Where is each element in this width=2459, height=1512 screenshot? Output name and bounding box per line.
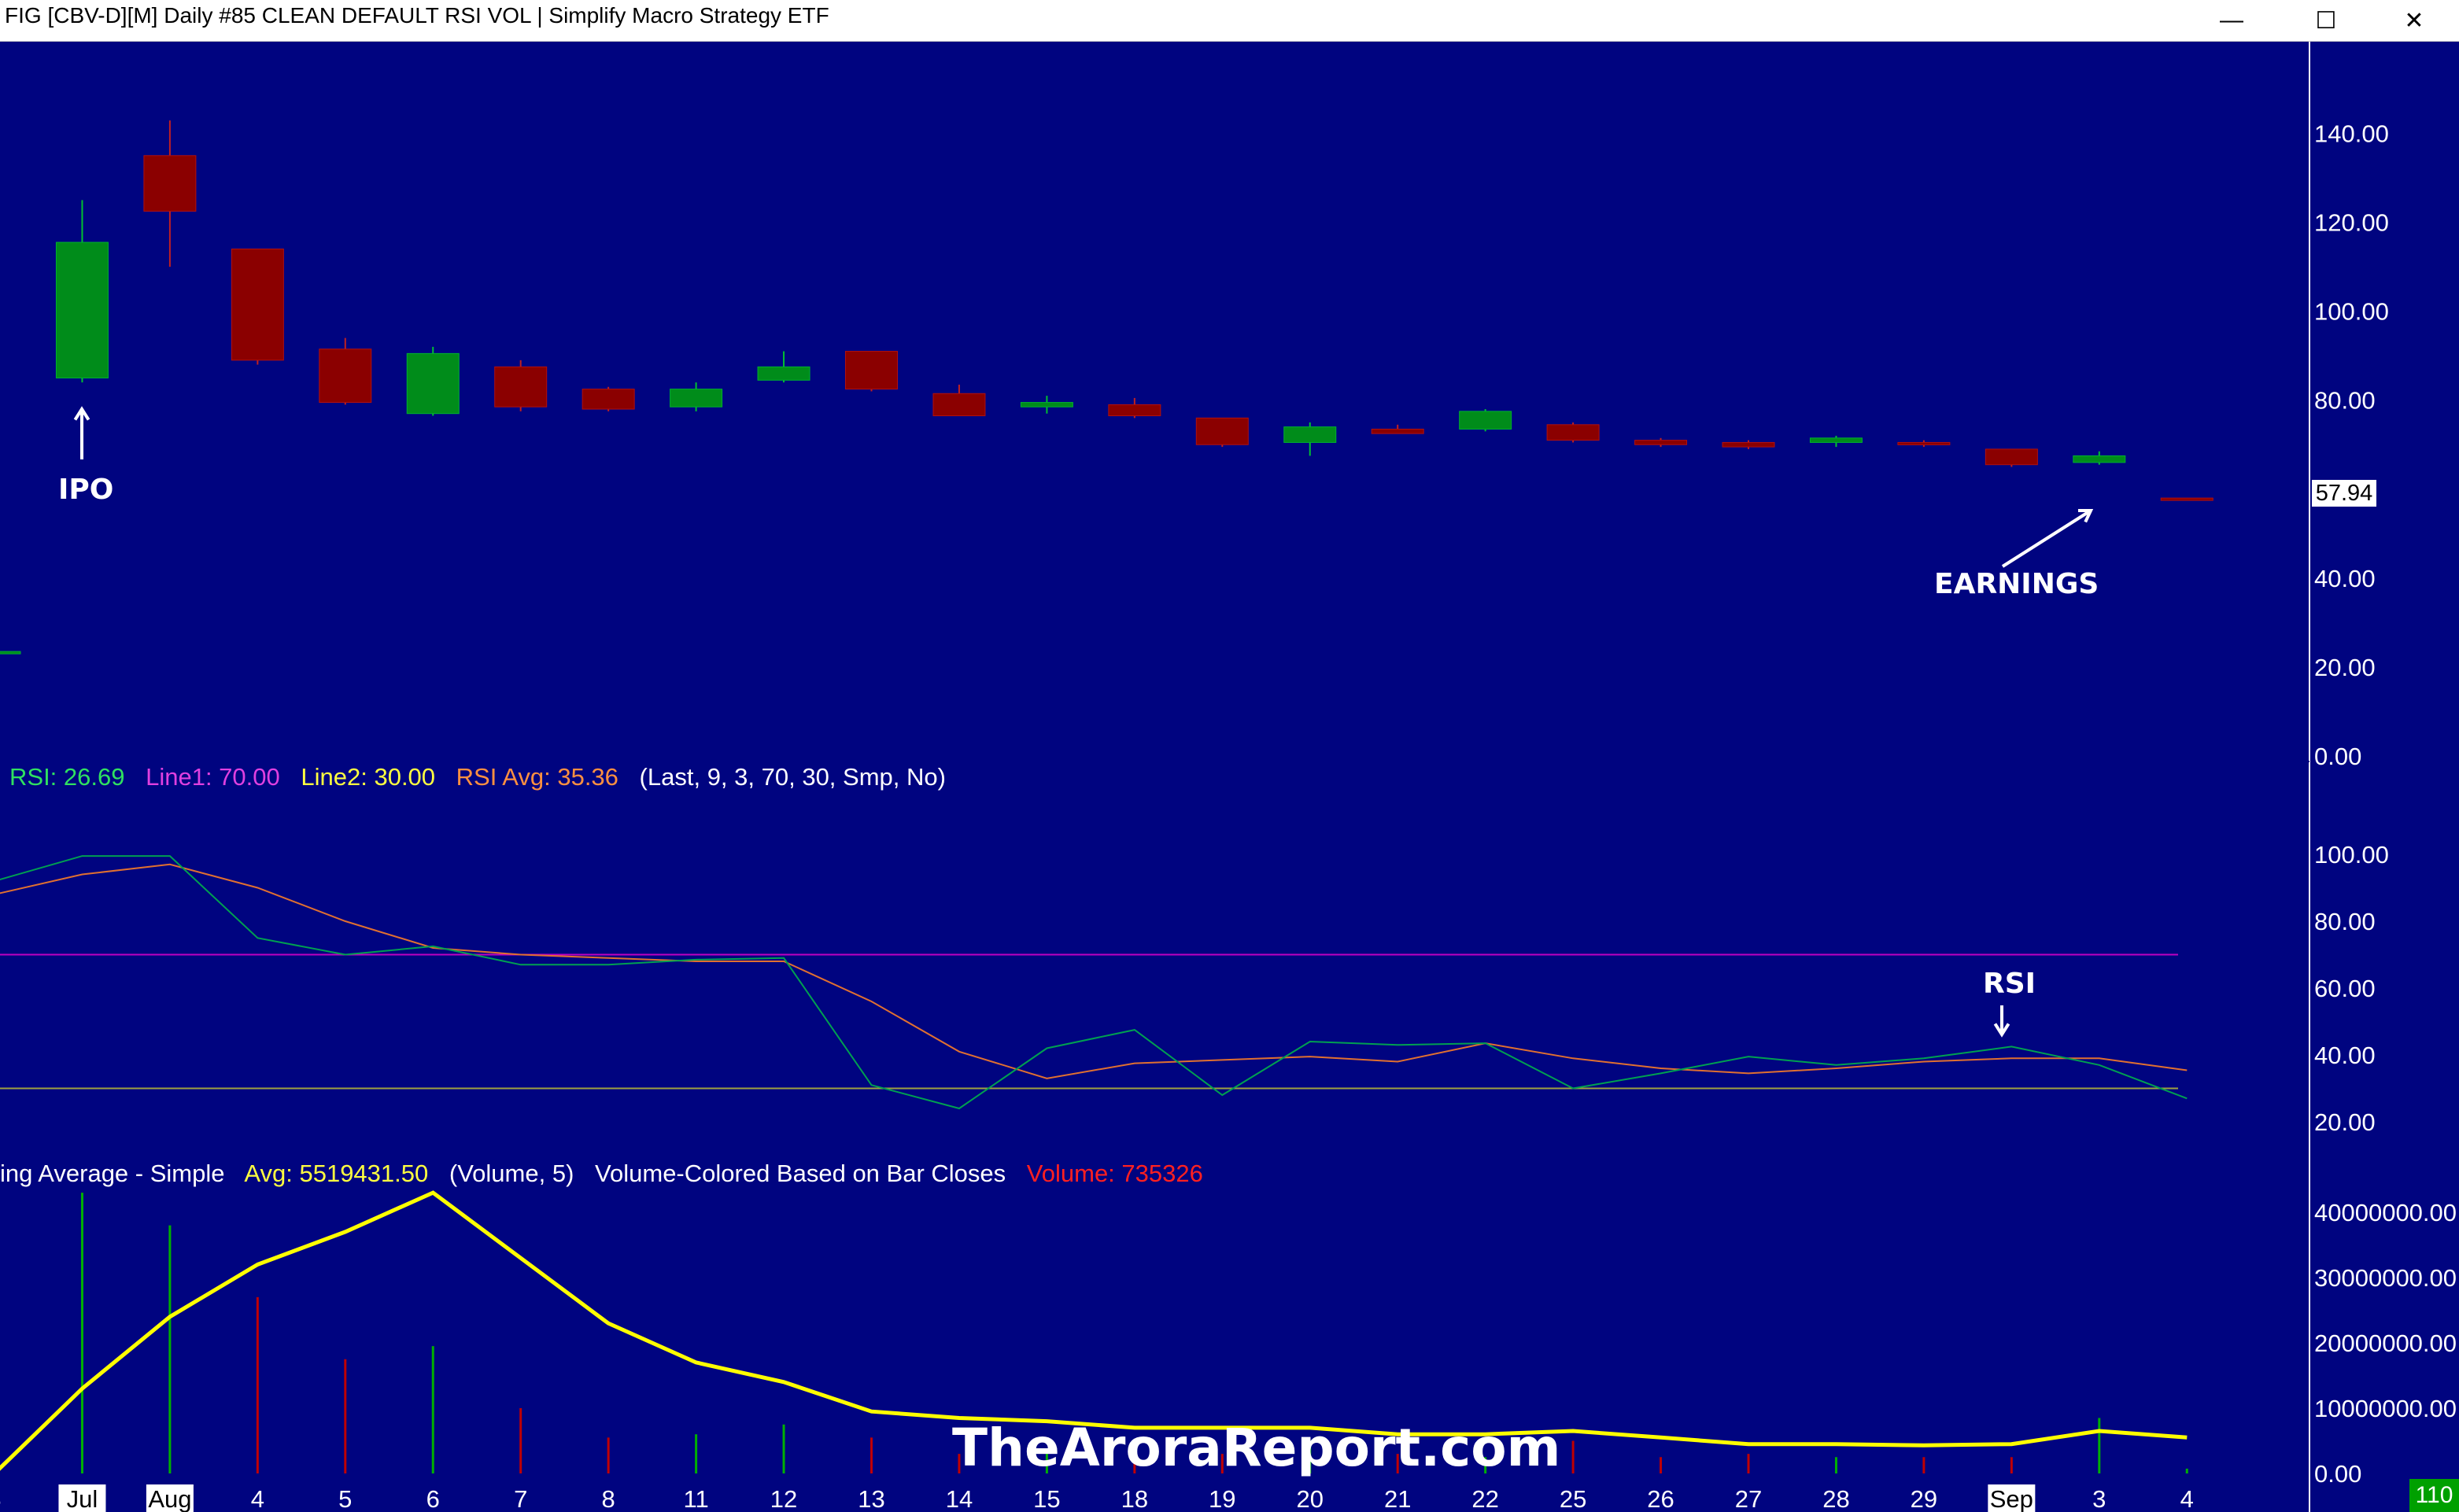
date-label: 7 bbox=[514, 1485, 527, 1512]
candle-body bbox=[1809, 437, 1863, 443]
candle-body bbox=[2160, 497, 2213, 501]
title-bar: FIG [CBV-D][M] Daily #85 CLEAN DEFAULT R… bbox=[0, 0, 2459, 42]
volume-tick-label: 10000000.00 bbox=[2314, 1395, 2457, 1422]
date-label: 12 bbox=[770, 1485, 797, 1512]
rsi-tick-label: 20.00 bbox=[2314, 1108, 2376, 1136]
volume-tick-label: 0.00 bbox=[2314, 1460, 2361, 1488]
ipo-annotation: IPO bbox=[58, 474, 114, 506]
candle-body bbox=[1985, 448, 2038, 466]
candle-body bbox=[2073, 455, 2126, 463]
volume-avg-value: Avg: 5519431.50 bbox=[244, 1160, 429, 1187]
price-tick-label: 0.00 bbox=[2314, 743, 2361, 770]
date-label: 14 bbox=[946, 1485, 973, 1512]
volume-tick-label: 30000000.00 bbox=[2314, 1264, 2457, 1292]
date-label: 6 bbox=[426, 1485, 440, 1512]
line2-value: Line2: 30.00 bbox=[301, 763, 436, 791]
candle-body bbox=[231, 249, 284, 361]
date-label: Sep bbox=[1990, 1485, 2033, 1512]
watermark: TheAroraReport.com bbox=[952, 1418, 1561, 1478]
earnings-arrow bbox=[2001, 509, 2092, 568]
rsi-annotation: RSI bbox=[1983, 968, 2036, 1000]
candle-body bbox=[1020, 402, 1073, 408]
rsi-tick-label: 80.00 bbox=[2314, 908, 2376, 935]
candle-body bbox=[582, 389, 635, 410]
candle-body bbox=[319, 348, 372, 404]
volume-tick-label: 40000000.00 bbox=[2314, 1199, 2457, 1226]
date-label: 18 bbox=[1121, 1485, 1148, 1512]
rsi-avg-line bbox=[0, 863, 2188, 1079]
chart-area[interactable]: 140.00120.00100.0080.0060.0040.0020.000.… bbox=[0, 42, 2459, 1512]
date-label: 25 bbox=[1560, 1485, 1586, 1512]
date-label: 15 bbox=[1033, 1485, 1060, 1512]
date-label: 19 bbox=[1209, 1485, 1235, 1512]
rsi-tick-label: 100.00 bbox=[2314, 841, 2389, 868]
date-label: 3 bbox=[0, 1485, 2, 1512]
volume-params: (Volume, 5) bbox=[449, 1160, 574, 1187]
candle-body bbox=[670, 389, 723, 408]
candle-body bbox=[1546, 424, 1600, 441]
candle-body bbox=[1459, 411, 1512, 430]
candle-body bbox=[1283, 426, 1337, 443]
date-label: 8 bbox=[602, 1485, 615, 1512]
price-tick-label: 80.00 bbox=[2314, 387, 2376, 415]
date-label: 27 bbox=[1735, 1485, 1762, 1512]
candle-body bbox=[1195, 417, 1249, 445]
price-tick-label: 20.00 bbox=[2314, 654, 2376, 681]
maximize-button[interactable]: ☐ bbox=[2279, 0, 2373, 41]
rsi-tick-label: 40.00 bbox=[2314, 1042, 2376, 1069]
candle-body bbox=[1722, 441, 1775, 448]
earnings-annotation: EARNINGS bbox=[1934, 568, 2099, 600]
date-label: 13 bbox=[858, 1485, 884, 1512]
price-tick-label: 120.00 bbox=[2314, 209, 2389, 237]
date-label: 11 bbox=[684, 1485, 709, 1512]
date-label: 20 bbox=[1297, 1485, 1324, 1512]
candle-body bbox=[1371, 428, 1424, 434]
rsi-params: (Last, 9, 3, 70, 30, Smp, No) bbox=[639, 763, 946, 791]
line1-value: Line1: 70.00 bbox=[146, 763, 280, 791]
window-title: FIG [CBV-D][M] Daily #85 CLEAN DEFAULT R… bbox=[5, 3, 829, 28]
volume-legend: ing Average - Simple Avg: 5519431.50 (Vo… bbox=[0, 1160, 1217, 1188]
date-label: 4 bbox=[2180, 1485, 2194, 1512]
price-tick-label: 40.00 bbox=[2314, 565, 2376, 592]
date-label: 22 bbox=[1471, 1485, 1498, 1512]
date-label: 21 bbox=[1384, 1485, 1411, 1512]
date-label: 5 bbox=[338, 1485, 352, 1512]
rsi-tick-label: 60.00 bbox=[2314, 975, 2376, 1002]
date-label: Aug bbox=[148, 1485, 191, 1512]
candle-body bbox=[932, 393, 986, 417]
date-label: 26 bbox=[1647, 1485, 1674, 1512]
rsi-avg-value: RSI Avg: 35.36 bbox=[456, 763, 618, 791]
rsi-legend: RSI: 26.69 Line1: 70.00 Line2: 30.00 RSI… bbox=[9, 763, 960, 791]
candle-body bbox=[845, 351, 898, 390]
date-label: 28 bbox=[1822, 1485, 1849, 1512]
candle-body bbox=[406, 352, 460, 415]
price-tick-label: 140.00 bbox=[2314, 120, 2389, 148]
candle-body bbox=[757, 366, 810, 381]
minimize-button[interactable]: — bbox=[2184, 0, 2279, 41]
volume-colored-label: Volume-Colored Based on Bar Closes bbox=[595, 1160, 1006, 1187]
date-label: Jul bbox=[67, 1485, 98, 1512]
volume-value: Volume: 735326 bbox=[1026, 1160, 1203, 1187]
close-button[interactable]: ✕ bbox=[2367, 0, 2459, 41]
candle-body bbox=[55, 242, 109, 378]
price-tick-label: 100.00 bbox=[2314, 298, 2389, 326]
candle-body bbox=[1108, 404, 1161, 417]
volume-tick-label: 20000000.00 bbox=[2314, 1329, 2457, 1357]
candle-body bbox=[494, 366, 548, 408]
candle-body bbox=[1634, 440, 1688, 445]
corner-label: 110 bbox=[2409, 1479, 2459, 1512]
candle-body bbox=[1897, 441, 1951, 445]
candle-body bbox=[0, 651, 21, 655]
date-label: 4 bbox=[251, 1485, 264, 1512]
date-label: 29 bbox=[1911, 1485, 1937, 1512]
date-label: 3 bbox=[2092, 1485, 2106, 1512]
last-price-label: 57.94 bbox=[2312, 480, 2376, 507]
volume-ma-label: ing Average - Simple bbox=[0, 1160, 225, 1187]
rsi-value: RSI: 26.69 bbox=[9, 763, 125, 791]
candle-body bbox=[143, 155, 197, 212]
